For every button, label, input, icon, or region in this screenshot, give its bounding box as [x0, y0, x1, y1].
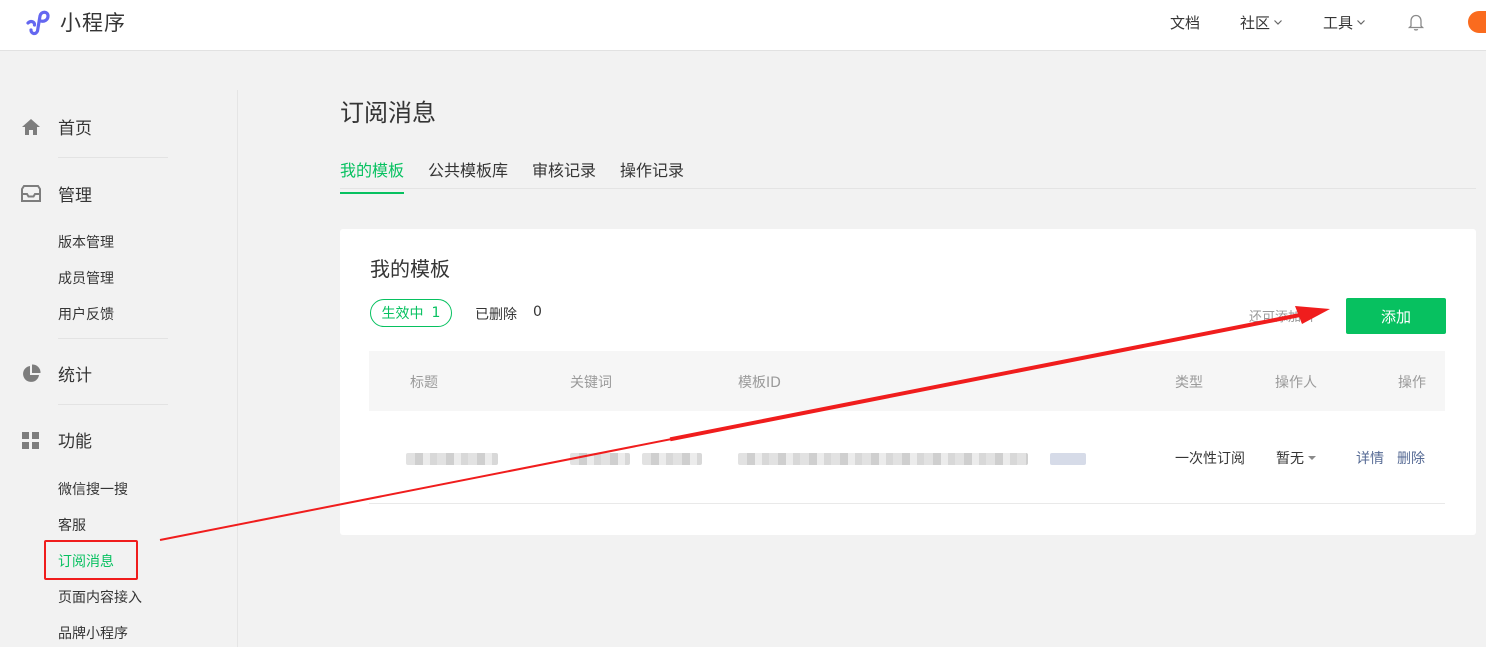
sidebar-item-stats[interactable]: 统计 [20, 361, 92, 386]
nav-community[interactable]: 社区 [1240, 12, 1283, 33]
table-header: 标题 关键词 模板ID 类型 操作人 操作 [369, 351, 1445, 411]
blurred-template-id [738, 453, 1028, 465]
filter-active-label: 生效中 [381, 306, 424, 322]
sidebar-item-brand[interactable]: 品牌小程序 [58, 623, 128, 643]
column-header-template-id: 模板ID [738, 375, 781, 391]
inbox-icon [21, 184, 41, 202]
app-title: 小程序 [60, 11, 126, 35]
grid-icon [22, 431, 39, 449]
nav-community-label: 社区 [1239, 13, 1270, 32]
avatar[interactable] [1468, 11, 1486, 33]
operator-value: 暂无 [1276, 451, 1304, 467]
blurred-keyword [642, 453, 702, 465]
divider [58, 338, 168, 339]
sidebar-item-home[interactable]: 首页 [20, 114, 92, 139]
blurred-keyword [570, 453, 630, 465]
miniprogram-logo-icon [26, 10, 50, 36]
column-header-actions: 操作 [1398, 375, 1426, 391]
tab-operation-records[interactable]: 操作记录 [620, 157, 684, 192]
top-bar: 小程序 文档 社区 工具 [0, 0, 1486, 51]
remaining-quota-text: 还可添加 个 [1249, 310, 1319, 325]
chevron-down-icon [1274, 20, 1282, 25]
sidebar-item-features[interactable]: 功能 [20, 427, 92, 452]
app-logo[interactable]: 小程序 [22, 6, 126, 38]
sidebar-item-version[interactable]: 版本管理 [58, 232, 114, 252]
top-nav: 文档 社区 工具 [1170, 0, 1486, 44]
annotation-highlight-box [44, 540, 138, 580]
caret-down-icon [1308, 456, 1316, 460]
sidebar-item-feedback[interactable]: 用户反馈 [58, 304, 114, 324]
templates-card: 我的模板 生效中 1 已删除 0 还可添加 个 添加 标题 关键词 模板ID 类… [340, 229, 1476, 535]
nav-tools-label: 工具 [1322, 13, 1353, 32]
sidebar-item-label: 功能 [58, 432, 92, 452]
nav-docs[interactable]: 文档 [1170, 12, 1200, 33]
tab-public-library[interactable]: 公共模板库 [428, 157, 508, 192]
detail-link[interactable]: 详情 [1356, 448, 1384, 468]
sidebar-item-members[interactable]: 成员管理 [58, 268, 114, 288]
tab-my-templates[interactable]: 我的模板 [340, 157, 405, 194]
filter-deleted-label: 已删除 [475, 307, 517, 323]
tab-bar: 我的模板 公共模板库 审核记录 操作记录 [340, 155, 1476, 194]
divider [58, 157, 168, 158]
page-title: 订阅消息 [340, 99, 436, 127]
column-header-title: 标题 [410, 375, 438, 391]
sidebar-item-customer-service[interactable]: 客服 [58, 515, 86, 535]
filter-deleted-count: 0 [533, 304, 542, 320]
divider [58, 404, 168, 405]
filter-active-count: 1 [431, 305, 441, 321]
sidebar-item-page-content[interactable]: 页面内容接入 [58, 587, 142, 607]
add-button[interactable]: 添加 [1346, 298, 1446, 334]
card-title: 我的模板 [370, 257, 450, 281]
operator-select[interactable]: 暂无 [1276, 448, 1316, 468]
column-header-type: 类型 [1175, 375, 1203, 391]
filter-deleted[interactable]: 已删除 0 [475, 304, 542, 324]
sidebar-item-wechat-search[interactable]: 微信搜一搜 [58, 479, 128, 499]
sidebar-item-label: 统计 [58, 366, 92, 386]
tab-review-records[interactable]: 审核记录 [532, 157, 596, 192]
nav-docs-label: 文档 [1169, 13, 1200, 32]
sidebar-item-label: 首页 [58, 119, 92, 139]
template-type: 一次性订阅 [1175, 451, 1245, 467]
sidebar-item-label: 管理 [58, 186, 92, 206]
sidebar-item-manage[interactable]: 管理 [20, 181, 92, 206]
column-header-operator: 操作人 [1275, 375, 1317, 391]
chevron-down-icon [1357, 20, 1365, 25]
home-icon [22, 118, 40, 135]
table-row: 一次性订阅 暂无 详情 删除 [369, 411, 1445, 504]
blurred-title [406, 453, 498, 465]
bell-icon[interactable] [1406, 12, 1426, 32]
nav-tools[interactable]: 工具 [1323, 12, 1366, 33]
delete-link[interactable]: 删除 [1397, 448, 1425, 468]
filter-active-pill[interactable]: 生效中 1 [370, 299, 452, 327]
copy-icon[interactable] [1050, 453, 1086, 465]
pie-chart-icon [23, 363, 41, 382]
column-header-keywords: 关键词 [570, 375, 612, 391]
